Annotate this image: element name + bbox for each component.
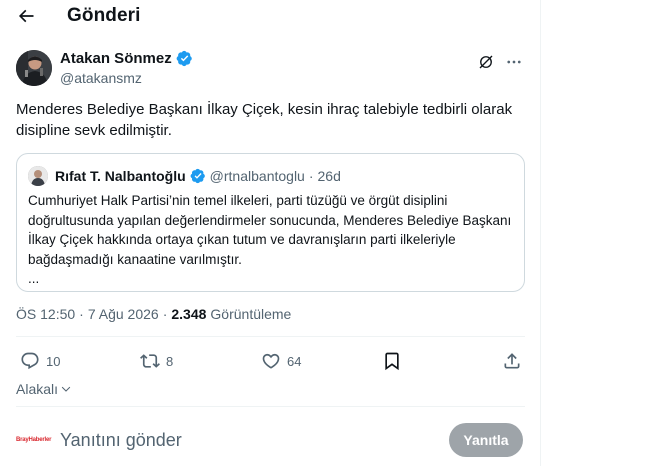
reply-icon: [21, 352, 39, 370]
author-handle[interactable]: @atakansmz: [60, 70, 142, 86]
separator-dot: ·: [308, 168, 314, 184]
chevron-down-icon: [61, 386, 71, 392]
post-time[interactable]: ÖS 12:50: [16, 306, 75, 322]
post-meta: ÖS 12:50 · 7 Ağu 2026 · 2.348 Görüntülem…: [16, 306, 291, 322]
divider: [16, 406, 525, 407]
author-name[interactable]: Atakan Sönmez: [60, 50, 172, 67]
quoted-author-name: Rıfat T. Nalbantoğlu: [55, 168, 186, 184]
reply-count: 10: [46, 353, 61, 369]
reply-submit-button[interactable]: Yanıtla: [449, 423, 523, 457]
reply-sort-dropdown[interactable]: Alakalı: [16, 381, 72, 397]
grok-icon: [479, 55, 493, 69]
quoted-author-handle: @rtnalbantoglu: [209, 168, 305, 184]
repost-icon: [140, 354, 160, 368]
verified-badge-icon: [176, 50, 192, 67]
grok-button[interactable]: [476, 52, 496, 72]
avatar-logo-text: BrayHaberler: [16, 437, 52, 443]
bookmark-icon: [385, 352, 399, 371]
separator-dot: ·: [162, 306, 168, 322]
verified-badge-icon: [190, 168, 205, 184]
post-author: Atakan Sönmez @atakansmz: [16, 48, 526, 88]
bookmark-button[interactable]: [382, 348, 402, 374]
main-column: Gönderi Atakan Sönmez @atakansmz Mendere…: [0, 0, 541, 466]
post-date[interactable]: 7 Ağu 2026: [88, 306, 159, 322]
user-avatar[interactable]: BrayHaberler: [16, 430, 52, 450]
view-count[interactable]: 2.348: [171, 306, 206, 322]
repost-count: 8: [166, 353, 174, 369]
quoted-post-header: Rıfat T. Nalbantoğlu @rtnalbantoglu · 26…: [28, 166, 341, 186]
avatar[interactable]: [16, 50, 52, 86]
quoted-post-text: Cumhuriyet Halk Partisi’nin temel ilkele…: [28, 191, 514, 289]
divider: [16, 336, 525, 337]
arrow-left-icon: [18, 9, 34, 23]
quoted-post-time: 26d: [317, 168, 341, 184]
reply-sort-label: Alakalı: [16, 381, 59, 397]
page-header: Gönderi: [0, 0, 541, 34]
repost-button[interactable]: 8: [140, 348, 173, 374]
action-bar: 10 8 64: [16, 348, 525, 374]
share-button[interactable]: [502, 348, 522, 374]
quoted-avatar: [28, 166, 48, 186]
reply-button[interactable]: 10: [20, 348, 60, 374]
like-button[interactable]: 64: [261, 348, 301, 374]
separator-dot: ·: [79, 306, 84, 322]
quoted-post[interactable]: Rıfat T. Nalbantoğlu @rtnalbantoglu · 26…: [16, 153, 525, 292]
quoted-post-ellipsis: ...: [28, 271, 40, 286]
author-name-row: Atakan Sönmez: [60, 50, 193, 67]
page-title: Gönderi: [67, 5, 141, 26]
back-button[interactable]: [12, 2, 40, 30]
reply-composer: BrayHaberler Yanıtla: [16, 422, 525, 458]
like-count: 64: [287, 353, 302, 369]
more-options-button[interactable]: [504, 52, 524, 72]
share-icon: [504, 353, 520, 369]
reply-input[interactable]: [60, 427, 390, 453]
quoted-post-body: Cumhuriyet Halk Partisi’nin temel ilkele…: [28, 193, 512, 267]
more-icon: [507, 60, 521, 64]
heart-icon: [262, 353, 280, 369]
views-label: Görüntüleme: [210, 306, 292, 322]
post-text: Menderes Belediye Başkanı İlkay Çiçek, k…: [16, 101, 513, 139]
